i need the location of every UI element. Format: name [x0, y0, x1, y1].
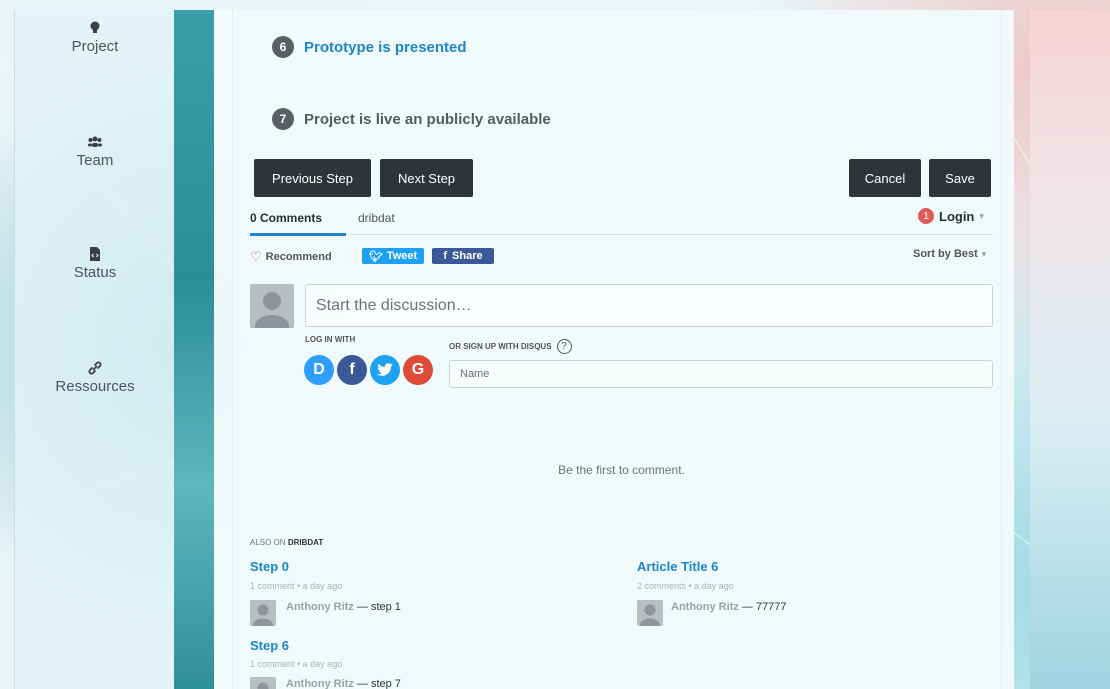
avatar — [637, 600, 663, 626]
sidebar-item-ressources[interactable]: Ressources — [15, 360, 175, 395]
facebook-icon: f — [443, 250, 448, 262]
sidebar-item-status[interactable]: Status — [15, 246, 175, 281]
step-title-link[interactable]: Prototype is presented — [304, 39, 467, 56]
related-title[interactable]: Step 0 — [250, 559, 289, 574]
decorative-teal-strip — [174, 10, 214, 689]
related-author[interactable]: Anthony Ritz — step 1 — [286, 601, 401, 613]
tab-community[interactable]: dribdat — [358, 211, 395, 225]
log-in-with-label: LOG IN WITH — [305, 335, 356, 344]
step-item-7: 7 Project is live an publicly available — [272, 108, 551, 130]
sign-up-disqus: OR SIGN UP WITH DISQUS ? — [449, 339, 572, 354]
step-number-badge: 6 — [272, 36, 294, 58]
related-meta: 1 comment • a day ago — [250, 659, 343, 669]
related-title[interactable]: Step 6 — [250, 638, 289, 653]
recommend-button[interactable]: ♡ Recommend — [250, 249, 332, 265]
user-placeholder-icon — [250, 600, 276, 626]
also-on-prefix: ALSO ON — [250, 538, 286, 547]
related-author[interactable]: Anthony Ritz — step 7 — [286, 678, 401, 689]
step-number-badge: 7 — [272, 108, 294, 130]
previous-step-button[interactable]: Previous Step — [254, 159, 371, 197]
tabs-divider — [250, 234, 993, 235]
step-item-6: 6 Prototype is presented — [272, 36, 467, 58]
chevron-down-icon: ▾ — [981, 248, 987, 259]
name-field[interactable]: Name — [449, 360, 993, 388]
cancel-button[interactable]: Cancel — [849, 159, 921, 197]
facebook-icon[interactable]: f — [337, 355, 367, 385]
name-field-placeholder: Name — [460, 368, 490, 380]
related-author-name: Anthony Ritz — [286, 678, 354, 689]
twitter-icon: 🐦︎ — [368, 250, 383, 263]
twitter-icon[interactable]: t — [370, 355, 400, 385]
heart-icon: ♡ — [250, 249, 262, 264]
related-author-name: Anthony Ritz — [286, 601, 354, 613]
sidebar-item-label: Ressources — [55, 378, 135, 395]
sidebar-item-label: Project — [71, 38, 119, 55]
sidebar: Project Team Status Ressources — [14, 10, 174, 689]
comment-input-placeholder: Start the discussion… — [316, 296, 472, 314]
related-author-name: Anthony Ritz — [671, 601, 739, 613]
sidebar-item-label: Status — [73, 264, 117, 281]
also-on-heading: ALSO ON DRIBDAT — [250, 538, 323, 547]
tab-comments[interactable]: 0 Comments — [250, 211, 322, 225]
user-placeholder-icon — [250, 678, 276, 689]
save-button[interactable]: Save — [929, 159, 991, 197]
avatar — [250, 284, 294, 328]
related-title[interactable]: Article Title 6 — [637, 559, 718, 574]
sidebar-item-team[interactable]: Team — [15, 134, 175, 169]
help-icon[interactable]: ? — [556, 339, 572, 354]
sidebar-item-project[interactable]: Project — [15, 20, 175, 55]
share-label: Share — [452, 250, 483, 262]
empty-comments-message: Be the first to comment. — [558, 463, 685, 477]
disqus-icon[interactable]: D — [304, 355, 334, 385]
comment-input[interactable]: Start the discussion… — [305, 284, 993, 327]
google-letter: G — [411, 361, 425, 378]
file-code-icon — [90, 247, 100, 261]
related-snippet: — 77777 — [741, 601, 787, 613]
user-placeholder-icon — [250, 284, 294, 328]
disqus-letter: D — [313, 361, 325, 378]
tweet-button[interactable]: 🐦︎ Tweet — [362, 248, 424, 264]
related-meta: 1 comment • a day ago — [250, 581, 343, 591]
recommend-label: Recommend — [265, 251, 332, 263]
google-icon[interactable]: G — [403, 355, 433, 385]
notification-badge: 1 — [918, 208, 934, 224]
related-meta: 2 comments • a day ago — [637, 581, 734, 591]
users-icon — [88, 136, 102, 147]
related-author[interactable]: Anthony Ritz — 77777 — [671, 601, 787, 613]
user-placeholder-icon — [637, 600, 663, 626]
next-step-button[interactable]: Next Step — [380, 159, 473, 197]
tab-active-indicator — [250, 233, 346, 236]
sidebar-item-label: Team — [76, 152, 114, 169]
facebook-letter: f — [349, 361, 355, 378]
chevron-down-icon: ▾ — [979, 210, 984, 221]
share-button[interactable]: f Share — [432, 248, 494, 264]
login-label: Login — [939, 208, 975, 224]
avatar — [250, 600, 276, 626]
sort-label: Sort by Best — [913, 248, 978, 260]
link-icon — [88, 361, 102, 375]
sign-up-label: OR SIGN UP WITH DISQUS — [449, 342, 552, 351]
decorative-right-strip — [1030, 10, 1110, 689]
related-snippet: — step 1 — [356, 601, 401, 613]
tweet-label: Tweet — [386, 250, 418, 262]
lightbulb-icon — [90, 21, 100, 33]
avatar — [250, 677, 276, 689]
sort-menu[interactable]: Sort by Best ▾ — [913, 248, 986, 260]
step-title: Project is live an publicly available — [304, 110, 551, 128]
also-on-site: DRIBDAT — [287, 538, 324, 547]
related-snippet: — step 7 — [356, 678, 401, 689]
login-menu[interactable]: 1 Login ▾ — [918, 208, 984, 224]
twitter-bird-icon — [377, 363, 393, 376]
